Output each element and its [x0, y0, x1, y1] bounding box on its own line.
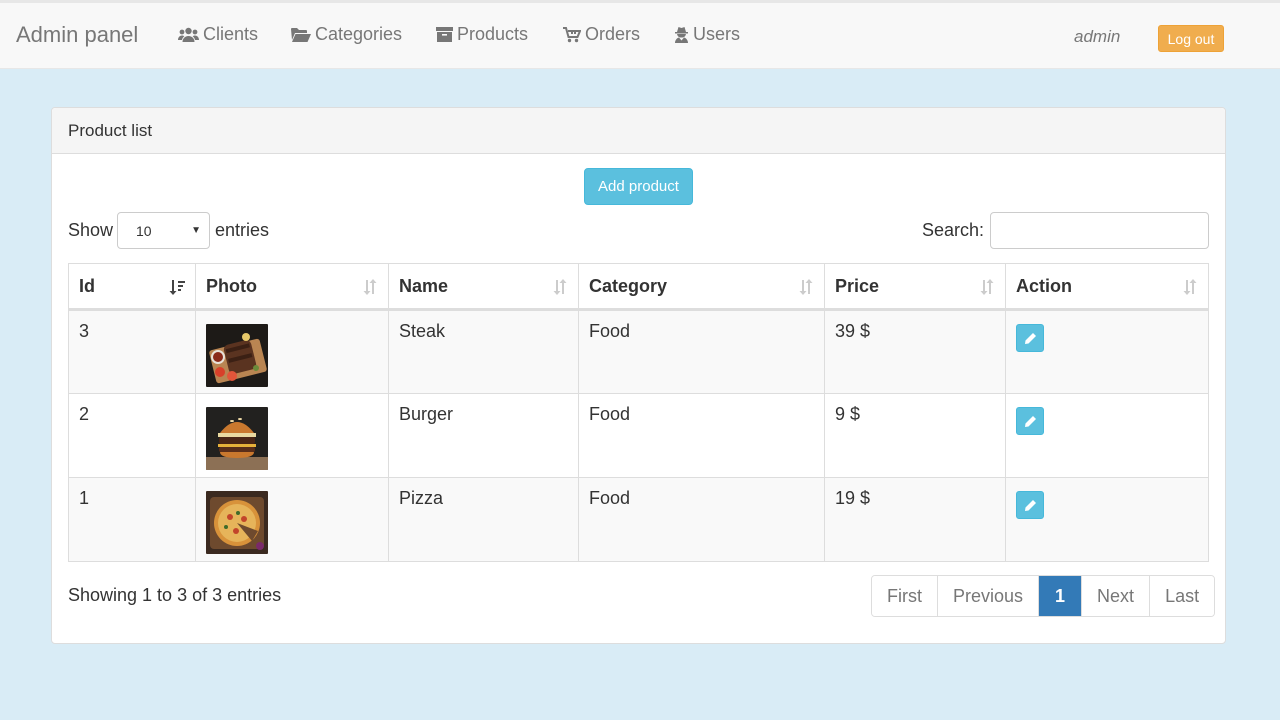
col-label: Price	[835, 275, 880, 296]
cell-price: 9 $	[824, 393, 1006, 478]
col-category[interactable]: Category	[578, 263, 825, 311]
col-price[interactable]: Price	[824, 263, 1006, 311]
col-action[interactable]: Action	[1005, 263, 1209, 311]
entries-value: 10	[136, 223, 152, 239]
nav-orders[interactable]: Orders	[563, 24, 640, 45]
pencil-icon	[1024, 332, 1036, 344]
sort-icon	[553, 279, 567, 295]
cell-action	[1005, 393, 1209, 478]
pencil-icon	[1024, 415, 1036, 427]
burger-photo	[206, 407, 268, 470]
sort-icon	[799, 279, 813, 295]
col-label: Action	[1016, 275, 1072, 296]
nav-label: Orders	[585, 24, 641, 44]
sort-desc-icon	[169, 280, 185, 295]
cell-id: 2	[68, 393, 196, 478]
users-icon	[178, 27, 199, 42]
pagination: First Previous 1 Next Last	[871, 575, 1216, 617]
col-id[interactable]: Id	[68, 263, 196, 311]
col-name[interactable]: Name	[388, 263, 579, 311]
page-previous[interactable]: Previous	[938, 576, 1040, 616]
cell-photo	[195, 393, 389, 478]
edit-button[interactable]	[1016, 324, 1044, 352]
products-table: Id Photo Name Category Price Action 3 St…	[68, 263, 1209, 562]
sort-icon	[980, 279, 994, 295]
cell-photo	[195, 309, 389, 394]
table-header-row: Id Photo Name Category Price Action	[68, 263, 1209, 311]
cell-name: Burger	[388, 393, 579, 478]
cell-action	[1005, 309, 1209, 394]
cell-category: Food	[578, 309, 825, 394]
folder-open-icon	[291, 28, 311, 42]
nav-label: Categories	[315, 24, 403, 44]
logout-button[interactable]: Log out	[1158, 25, 1224, 52]
user-secret-icon	[675, 26, 688, 43]
nav-label: Products	[457, 24, 529, 44]
cell-name: Steak	[388, 309, 579, 394]
cell-name: Pizza	[388, 477, 579, 562]
col-photo[interactable]: Photo	[195, 263, 389, 311]
col-label: Name	[399, 275, 449, 296]
col-label: Id	[79, 275, 95, 296]
caret-down-icon: ▼	[191, 225, 201, 236]
entries-select[interactable]: 10 ▼	[117, 212, 210, 249]
cart-icon	[563, 26, 581, 42]
nav-categories[interactable]: Categories	[291, 24, 402, 45]
nav-products[interactable]: Products	[436, 24, 528, 45]
cell-id: 3	[68, 309, 196, 394]
cell-category: Food	[578, 393, 825, 478]
page-next[interactable]: Next	[1082, 576, 1151, 616]
search-label: Search:	[922, 220, 985, 240]
nav-label: Users	[693, 24, 741, 44]
table-row: 2 Burger Food 9 $	[68, 393, 1209, 478]
product-list-panel: Product list Add product Show 10 ▼ entri…	[51, 107, 1226, 644]
cell-id: 1	[68, 477, 196, 562]
current-user: admin	[1074, 27, 1121, 46]
page-current[interactable]: 1	[1039, 576, 1083, 616]
edit-button[interactable]	[1016, 407, 1044, 435]
sort-icon	[363, 279, 377, 295]
cell-action	[1005, 477, 1209, 562]
archive-icon	[436, 27, 453, 42]
add-product-button[interactable]: Add product	[584, 168, 693, 205]
table-info: Showing 1 to 3 of 3 entries	[68, 585, 282, 605]
show-label: Show	[68, 220, 114, 240]
pizza-photo	[206, 491, 268, 554]
steak-photo	[206, 324, 268, 387]
col-label: Category	[589, 275, 668, 296]
pencil-icon	[1024, 499, 1036, 511]
page-first[interactable]: First	[872, 576, 938, 616]
entries-label: entries	[215, 220, 270, 240]
navbar: Admin panel Clients Categories Products …	[0, 0, 1280, 69]
panel-title: Product list	[52, 108, 1225, 154]
cell-category: Food	[578, 477, 825, 562]
col-label: Photo	[206, 275, 257, 296]
table-row: 3 Steak Food 39 $	[68, 309, 1209, 394]
nav-label: Clients	[203, 24, 259, 44]
cell-photo	[195, 477, 389, 562]
sort-icon	[1183, 279, 1197, 295]
page-last[interactable]: Last	[1150, 576, 1215, 616]
brand[interactable]: Admin panel	[16, 22, 138, 48]
cell-price: 19 $	[824, 477, 1006, 562]
search-input[interactable]	[990, 212, 1209, 249]
cell-price: 39 $	[824, 309, 1006, 394]
nav-users[interactable]: Users	[674, 24, 740, 45]
edit-button[interactable]	[1016, 491, 1044, 519]
nav-clients[interactable]: Clients	[178, 24, 258, 45]
table-row: 1 Pizza Food 19 $	[68, 477, 1209, 562]
